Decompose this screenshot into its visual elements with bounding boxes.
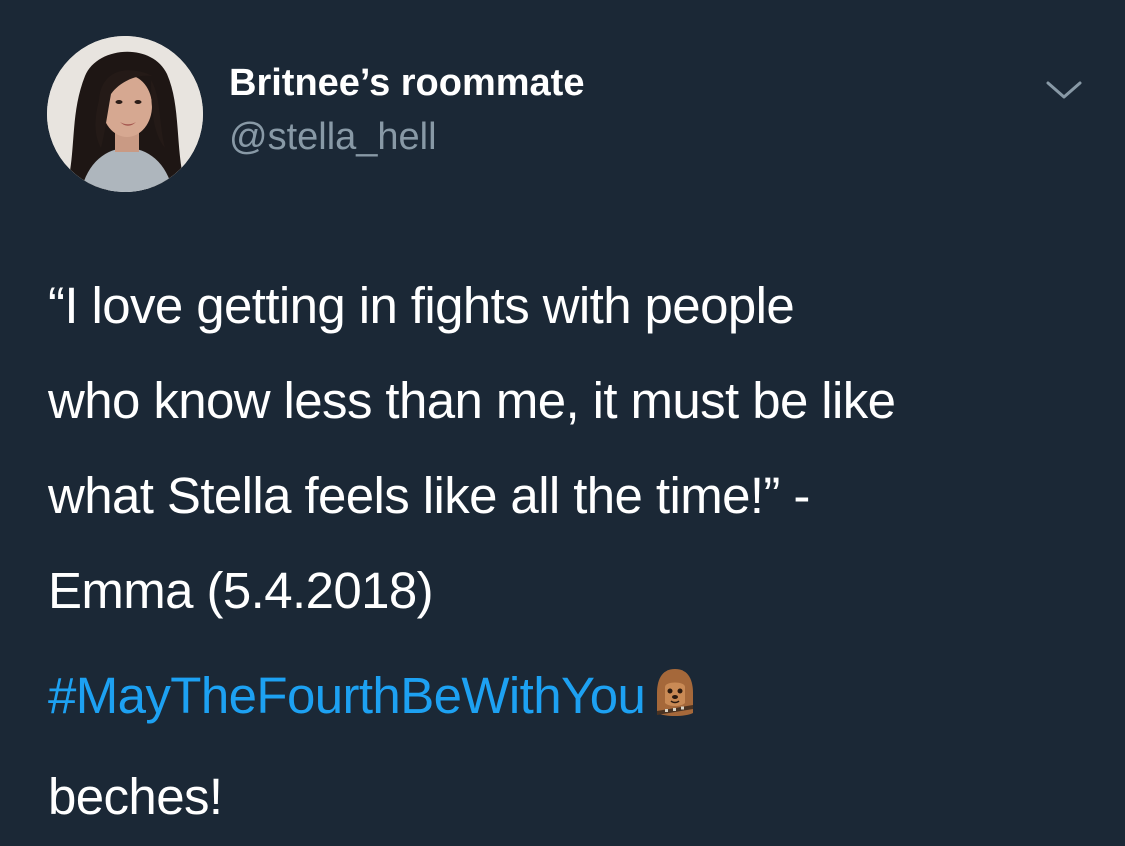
tweet-closing-text: beches! <box>48 768 223 825</box>
tweet-text-line: who know less than me, it must be like <box>48 372 896 429</box>
tweet-text-line: “I love getting in fights with people <box>48 277 795 334</box>
tweet-card: Britnee’s roommate @stella_hell “I love … <box>0 0 1125 846</box>
tweet-text-line: what Stella feels like all the time!” - <box>48 467 810 524</box>
avatar[interactable] <box>47 36 203 192</box>
tweet-text-line: Emma (5.4.2018) <box>48 562 434 619</box>
hashtag-line: #MayTheFourthBeWithYou <box>48 648 1098 749</box>
chevron-down-icon[interactable] <box>1036 70 1092 110</box>
tweet-text: “I love getting in fights with people wh… <box>48 258 1098 844</box>
chewbacca-emoji-icon <box>651 654 699 749</box>
user-handle[interactable]: @stella_hell <box>229 114 437 160</box>
hashtag-link[interactable]: #MayTheFourthBeWithYou <box>48 667 646 724</box>
avatar-photo <box>47 36 203 192</box>
display-name[interactable]: Britnee’s roommate <box>229 60 584 106</box>
